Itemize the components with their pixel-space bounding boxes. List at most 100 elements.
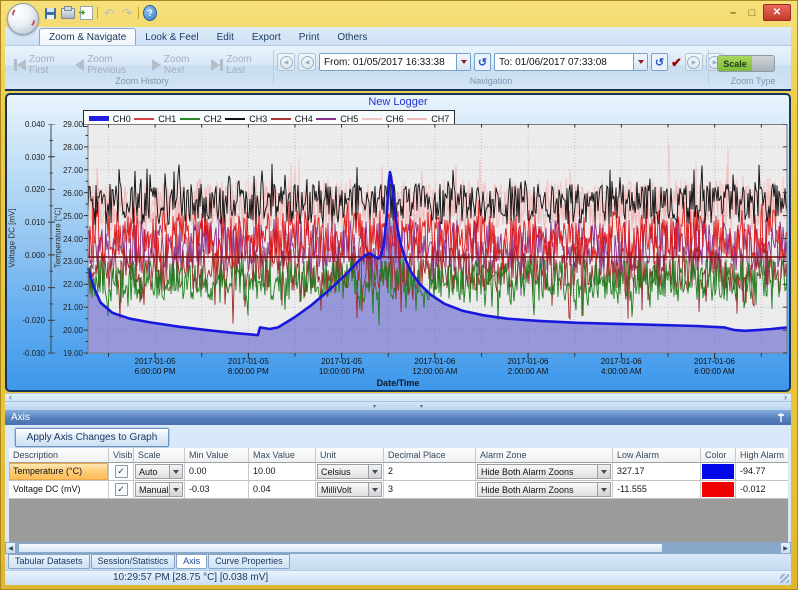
resize-grip[interactable] [780, 574, 789, 583]
table-horizontal-scrollbar[interactable]: ◀ ▶ [5, 542, 791, 554]
unit-dropdown[interactable]: Celsius [316, 463, 384, 481]
column-header-description[interactable]: Description [9, 448, 109, 463]
high-alarm-cell[interactable]: -94.77 [736, 463, 788, 481]
chart-horizontal-scrollbar[interactable]: ‹ › [5, 393, 791, 402]
nav-step-forward-button[interactable]: ▶ [685, 53, 703, 71]
visible-checkbox[interactable]: ✓ [109, 463, 134, 481]
x-tick-label: 2017-01-066:00:00 AM [673, 357, 757, 377]
low-alarm-cell[interactable]: 327.17 [613, 463, 701, 481]
ribbon-tab-export[interactable]: Export [243, 29, 290, 45]
save-icon[interactable] [43, 7, 57, 20]
max-value-cell[interactable]: 0.04 [249, 481, 316, 499]
column-header-max-value[interactable]: Max Value [249, 448, 316, 463]
ribbon-body: Zoom FirstZoom PreviousZoom NextZoom Las… [5, 46, 791, 91]
zoom-next-button[interactable]: Zoom Next [151, 52, 210, 78]
color-cell[interactable] [701, 481, 736, 499]
from-datetime-field[interactable]: From: 01/05/2017 16:33:38 [319, 53, 471, 71]
window-controls: – □ ✕ [725, 4, 791, 21]
ribbon-tab-print[interactable]: Print [290, 29, 329, 45]
alarm-zone-dropdown[interactable]: Hide Both Alarm Zoons [476, 463, 613, 481]
to-reset-icon[interactable]: ↺ [651, 53, 668, 71]
maximize-button[interactable]: □ [744, 6, 760, 20]
voltage-tick-label: -0.020 [15, 316, 45, 325]
scroll-left-icon[interactable]: ‹ [9, 393, 12, 401]
zoom-type-scale-toggle[interactable]: Scale [717, 55, 775, 72]
tab-session-statistics[interactable]: Session/Statistics [91, 554, 176, 569]
scrollbar-thumb[interactable] [18, 543, 663, 553]
decimal-place-cell[interactable]: 2 [384, 463, 476, 481]
print-icon[interactable] [61, 7, 75, 20]
decimal-place-cell[interactable]: 3 [384, 481, 476, 499]
color-cell[interactable] [701, 463, 736, 481]
zoom-type-toggle-label: Scale [718, 56, 752, 71]
redo-icon[interactable]: ↷ [120, 7, 134, 20]
low-alarm-cell[interactable]: -11.555 [613, 481, 701, 499]
close-button[interactable]: ✕ [763, 4, 791, 21]
ribbon-tab-look-feel[interactable]: Look & Feel [136, 29, 207, 45]
panel-splitter[interactable]: ▾ ········· ▾ [5, 402, 791, 410]
voltage-tick-label: 0.020 [15, 185, 45, 194]
help-icon[interactable]: ? [143, 7, 157, 20]
scale-dropdown[interactable]: Manual [134, 481, 185, 499]
zoom-last-button[interactable]: Zoom Last [210, 52, 271, 78]
from-dropdown-button[interactable] [456, 54, 470, 70]
unit-dropdown[interactable]: MilliVolt [316, 481, 384, 499]
toolbar-separator [97, 7, 98, 19]
zoom-first-button[interactable]: Zoom First [13, 52, 74, 78]
zoom-previous-button[interactable]: Zoom Previous [74, 52, 151, 78]
group-caption-zoom-history: Zoom History [13, 76, 271, 86]
scroll-right-icon[interactable]: ▶ [780, 542, 791, 554]
tab-curve-properties[interactable]: Curve Properties [208, 554, 290, 569]
column-header-high-alarm[interactable]: High Alarm [736, 448, 788, 463]
column-header-alarm-zone[interactable]: Alarm Zone [476, 448, 613, 463]
description-cell[interactable]: Temperature (°C) [9, 463, 109, 481]
from-reset-icon[interactable]: ↺ [474, 53, 491, 71]
high-alarm-cell[interactable]: -0.012 [736, 481, 788, 499]
voltage-axis [48, 124, 55, 353]
column-header-decimal-place[interactable]: Decimal Place [384, 448, 476, 463]
nav-skip-start-button[interactable]: ◀ [277, 53, 295, 71]
description-cell[interactable]: Voltage DC (mV) [9, 481, 109, 499]
tab-tabular-datasets[interactable]: Tabular Datasets [8, 554, 90, 569]
column-header-min-value[interactable]: Min Value [185, 448, 249, 463]
column-header-scale[interactable]: Scale [134, 448, 185, 463]
legend-item-ch4: CH4 [271, 114, 313, 124]
to-datetime-field[interactable]: To: 01/06/2017 07:33:08 [494, 53, 648, 71]
zoom-type-toggle-track [752, 56, 774, 71]
column-header-color[interactable]: Color [701, 448, 736, 463]
tab-axis[interactable]: Axis [176, 554, 207, 569]
minimize-button[interactable]: – [725, 6, 741, 20]
x-tick-label: 2017-01-058:00:00 PM [206, 357, 290, 377]
axis-panel-title: Axis [11, 412, 30, 423]
to-dropdown-button[interactable] [633, 54, 647, 70]
pin-icon[interactable] [777, 412, 785, 423]
scroll-left-icon[interactable]: ◀ [5, 542, 16, 554]
min-value-cell[interactable]: -0.03 [185, 481, 249, 499]
legend-swatch [180, 118, 200, 120]
min-value-cell[interactable]: 0.00 [185, 463, 249, 481]
export-icon[interactable] [79, 7, 93, 20]
ribbon-tab-others[interactable]: Others [328, 29, 376, 45]
scroll-right-icon[interactable]: › [784, 393, 787, 401]
column-header-low-alarm[interactable]: Low Alarm [613, 448, 701, 463]
color-swatch[interactable] [702, 464, 734, 479]
plot-area[interactable] [48, 124, 791, 361]
scale-dropdown[interactable]: Auto [134, 463, 185, 481]
alarm-zone-dropdown[interactable]: Hide Both Alarm Zoons [476, 481, 613, 499]
application-orb-button[interactable] [7, 3, 39, 35]
visible-checkbox[interactable]: ✓ [109, 481, 134, 499]
legend-item-ch5: CH5 [316, 114, 358, 124]
bottom-tab-strip: Tabular DatasetsSession/StatisticsAxisCu… [5, 554, 791, 570]
undo-icon[interactable]: ↶ [102, 7, 116, 20]
quick-access-toolbar: ↶ ↷ ? [43, 5, 157, 21]
max-value-cell[interactable]: 10.00 [249, 463, 316, 481]
nav-step-back-button[interactable]: ◀ [298, 53, 316, 71]
ribbon-tab-edit[interactable]: Edit [208, 29, 243, 45]
apply-axis-changes-button[interactable]: Apply Axis Changes to Graph [15, 428, 169, 447]
ribbon-tab-zoom-navigate[interactable]: Zoom & Navigate [39, 28, 136, 45]
column-header-visible[interactable]: Visible [109, 448, 134, 463]
column-header-unit[interactable]: Unit [316, 448, 384, 463]
apply-range-check-icon[interactable]: ✔ [671, 56, 682, 69]
x-tick-label: 2017-01-0612:00:00 AM [393, 357, 477, 377]
color-swatch[interactable] [702, 482, 734, 497]
